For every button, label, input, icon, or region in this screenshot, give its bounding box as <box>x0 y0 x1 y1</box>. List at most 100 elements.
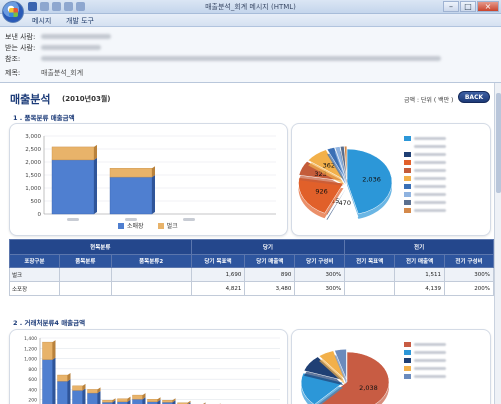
subject-value: 매출분석_회계 <box>41 68 84 77</box>
office-button[interactable] <box>2 1 24 23</box>
tab-developer[interactable]: 개발 도구 <box>66 16 94 26</box>
ribbon-tabs: 메시지 개발 도구 <box>0 14 501 27</box>
message-body[interactable]: 매출분석 (2010년03월) 금액 : 단위 ( 백만 ) BACK 1 . … <box>0 83 494 404</box>
pie-legend-item <box>404 348 446 356</box>
x-tick-label-redacted <box>67 218 79 221</box>
legend-label-redacted <box>414 366 446 370</box>
bar-segment <box>51 146 95 161</box>
bar-segment <box>132 398 143 404</box>
y-tick-label: 1,000 <box>24 357 37 363</box>
table-row: 소포장 4,821 3,480 300% 4,139 200% <box>9 281 494 296</box>
column-header: 전기 목표액 <box>344 254 396 268</box>
pie-legend-item <box>404 340 446 348</box>
bar-segment <box>87 392 98 404</box>
y-tick-label: 1,000 <box>25 186 41 192</box>
bar-segment <box>117 398 128 402</box>
table-cell: 1,511 <box>394 267 446 282</box>
from-value-redacted <box>41 34 111 39</box>
bar-segment <box>109 168 153 178</box>
legend-swatch <box>404 167 411 173</box>
window-titlebar: 매출분석_회계 메시지 (HTML) – □ × <box>0 0 501 23</box>
section-title-2: 2 . 거래처분류4 매출금액 <box>13 319 86 327</box>
to-value-redacted <box>41 45 101 50</box>
maximize-button[interactable]: □ <box>460 1 476 12</box>
bar-side <box>52 357 56 404</box>
y-tick-label: 200 <box>28 398 37 404</box>
scrollbar-thumb[interactable] <box>496 93 501 193</box>
bar-side <box>152 175 155 214</box>
legend-item-bulk: 벌크 <box>157 221 178 230</box>
tab-message[interactable]: 메시지 <box>32 16 51 26</box>
bar-segment <box>57 374 68 382</box>
bar-segment <box>72 385 83 391</box>
bar-chart-2: 02004006008001,0001,2001,400 <box>24 336 280 404</box>
table-cell <box>110 281 192 296</box>
pie-legend-item <box>404 206 446 214</box>
pie-data-label: 470 <box>339 199 351 207</box>
legend-label: 벌크 <box>166 223 178 230</box>
close-button[interactable]: × <box>477 1 499 12</box>
table-cell <box>110 267 192 282</box>
legend-label: 소매장 <box>127 223 144 230</box>
column-header: 포장구분 <box>9 254 60 268</box>
legend-swatch <box>404 349 411 355</box>
y-tick-label: 3,000 <box>25 134 41 140</box>
y-tick-label: 2,500 <box>25 147 41 153</box>
table-row: 벌크 1,690 890 300% 1,511 300% <box>9 267 494 282</box>
pie-legend-item <box>404 356 446 364</box>
pie-data-label: 2,036 <box>362 176 381 184</box>
legend-label-redacted <box>414 160 446 164</box>
pie-legend-item <box>404 372 446 380</box>
legend-swatch <box>404 175 411 181</box>
pie-data-label: 926 <box>315 188 327 196</box>
back-button[interactable]: BACK <box>458 91 490 103</box>
bar-side <box>52 340 56 360</box>
legend-swatch <box>157 222 164 229</box>
column-header: 전기 매출액 <box>394 254 446 268</box>
minimize-button[interactable]: – <box>443 1 459 12</box>
bar-side <box>97 391 101 404</box>
message-header: 보낸 사람: 받는 사람: 참조: 제목: 매출분석_회계 <box>0 27 501 83</box>
pie-legend-item <box>404 364 446 372</box>
legend-swatch <box>404 151 411 157</box>
legend-label-redacted <box>414 136 446 140</box>
legend-label-redacted <box>414 144 446 148</box>
legend-label-redacted <box>414 374 446 378</box>
y-tick-label: 0 <box>38 212 42 218</box>
from-label: 보낸 사람: <box>5 32 36 41</box>
table-cell: 890 <box>244 267 296 282</box>
vertical-scrollbar[interactable] <box>494 83 501 404</box>
to-row: 받는 사람: <box>5 42 105 53</box>
bar-segment <box>57 381 68 404</box>
bar-chart-1-legend: 소매장 벌크 <box>118 221 178 230</box>
from-row: 보낸 사람: <box>5 31 115 42</box>
y-tick-label: 1,500 <box>25 173 41 179</box>
subject-label: 제목: <box>5 68 21 77</box>
bar-chart-panel-2: 02004006008001,0001,2001,400 <box>9 329 288 404</box>
bar-chart-panel-1: 0 500 1,000 1,500 2,000 2,500 3,000 소매장 벌크 <box>9 123 288 236</box>
unit-label: 금액 : 단위 ( 백만 ) <box>404 97 454 104</box>
table-cell: 벌크 <box>9 267 60 282</box>
legend-label-redacted <box>414 350 446 354</box>
pie-chart-2-legend <box>404 340 446 380</box>
column-header: 품목분류2 <box>110 254 192 268</box>
y-tick-label: 400 <box>28 387 37 393</box>
legend-swatch <box>404 207 411 213</box>
legend-swatch <box>404 159 411 165</box>
table-cell <box>58 281 112 296</box>
y-tick-label: 1,400 <box>24 336 37 342</box>
page-title: 매출분석 <box>10 93 51 106</box>
legend-label-redacted <box>414 358 446 362</box>
pie-legend-item <box>404 190 446 198</box>
pie-legend-item <box>404 134 446 142</box>
legend-swatch <box>404 373 411 379</box>
legend-label-redacted <box>414 208 446 212</box>
legend-label-redacted <box>414 168 446 172</box>
table-cell: 300% <box>294 267 346 282</box>
bar-side <box>67 379 71 404</box>
table-cell: 1,690 <box>190 267 246 282</box>
y-tick-label: 600 <box>28 377 37 383</box>
x-tick-label-redacted <box>183 218 195 221</box>
y-tick-label: 1,200 <box>24 346 37 352</box>
table-cell: 300% <box>294 281 346 296</box>
